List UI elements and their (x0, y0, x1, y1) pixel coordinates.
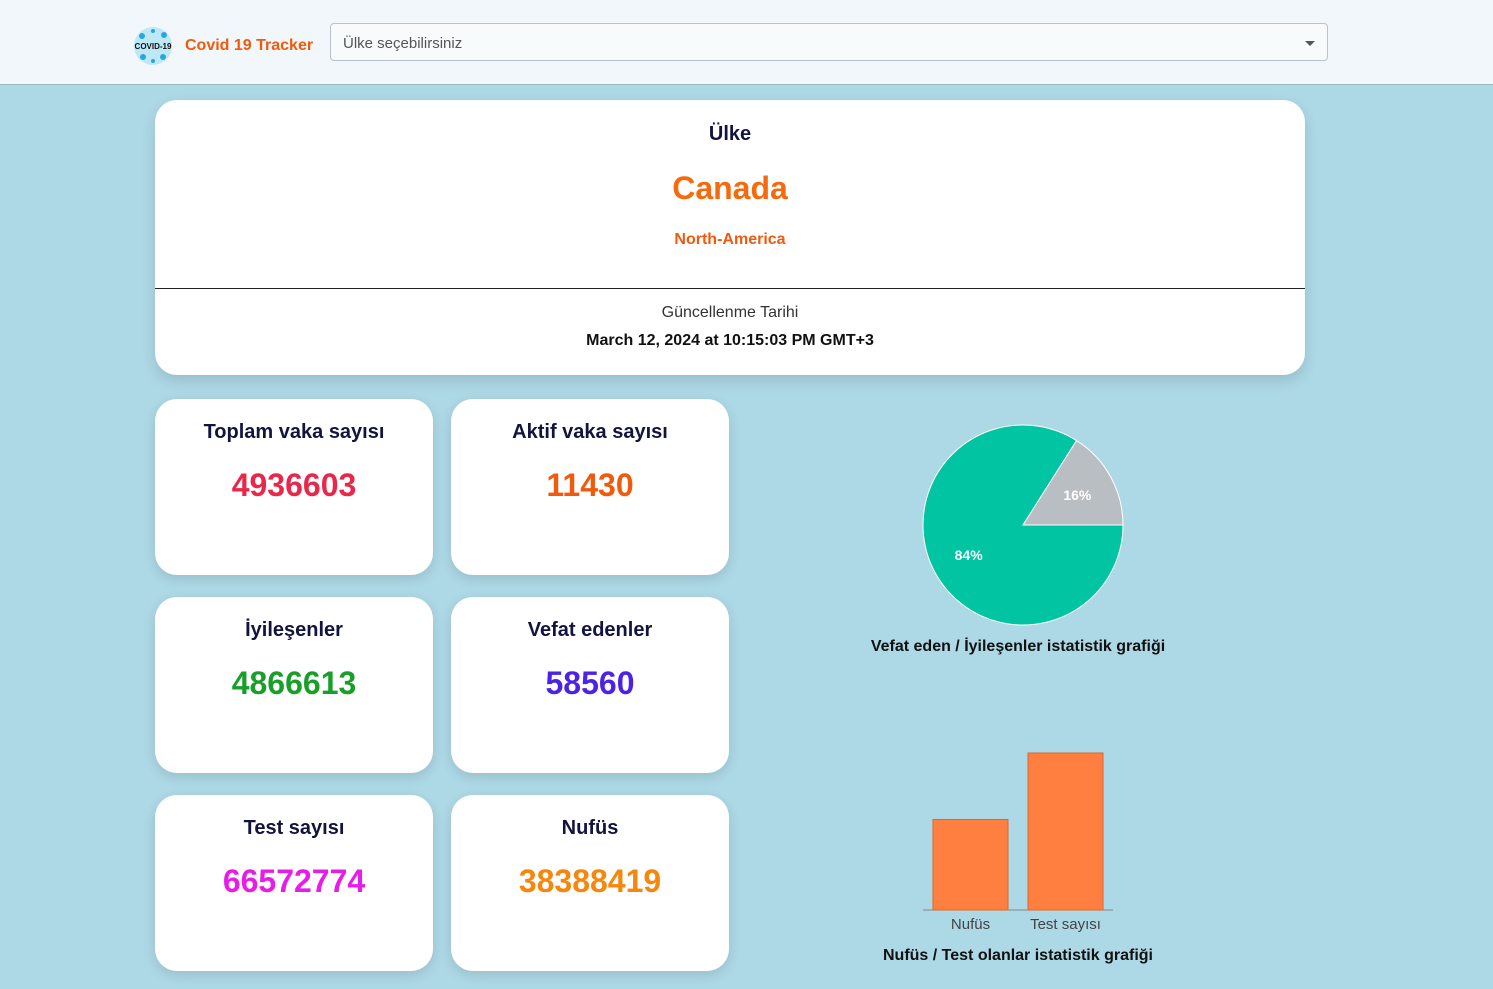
country-name: Canada (672, 170, 788, 206)
pie-slice-label: 84% (955, 547, 984, 563)
stat-card-active-cases: Aktif vaka sayısı 11430 (451, 399, 729, 575)
updated-label: Güncellenme Tarihi (661, 304, 799, 321)
header-bar: COVID-19 Covid 19 Tracker Ülke seçebilir… (0, 0, 1493, 85)
stat-value: 66572774 (222, 863, 366, 899)
stat-title: Test sayısı (243, 817, 345, 839)
divider (155, 288, 1305, 289)
bar-chart: Nufüs Test sayısı (923, 752, 1113, 933)
stat-card-total-cases: Toplam vaka sayısı 4936603 (155, 399, 433, 575)
country-card: Ülke Canada North-America Güncellenme Ta… (155, 100, 1305, 375)
brand-title[interactable]: Covid 19 Tracker (185, 37, 313, 55)
stat-card-tests: Test sayısı 66572774 (155, 795, 433, 971)
stat-title: Toplam vaka sayısı (203, 421, 385, 443)
country-label: Ülke (708, 123, 752, 145)
stat-card-population: Nufüs 38388419 (451, 795, 729, 971)
pie-slice-label: 16% (1063, 487, 1092, 503)
x-tick-label: Nufüs (951, 916, 990, 933)
bar (1027, 752, 1104, 911)
stat-card-recovered: İyileşenler 4866613 (155, 597, 433, 773)
continent-name: North-America (674, 231, 786, 248)
pie-chart: 84% 16% (922, 424, 1124, 626)
stat-title: Nufüs (561, 817, 619, 839)
stat-title: Aktif vaka sayısı (512, 421, 668, 443)
stat-title: Vefat edenler (527, 619, 653, 641)
stat-value: 4866613 (231, 665, 357, 701)
stat-value: 38388419 (518, 863, 662, 899)
country-select[interactable]: Ülke seçebilirsiniz (330, 23, 1328, 61)
chevron-down-icon[interactable] (1305, 41, 1315, 46)
stat-value: 4936603 (231, 467, 357, 503)
covid-logo-icon: COVID-19 (134, 27, 172, 65)
stat-card-deaths: Vefat edenler 58560 (451, 597, 729, 773)
stat-title: İyileşenler (245, 619, 343, 641)
pie-chart-caption: Vefat eden / İyileşenler istatistik graf… (870, 638, 1166, 655)
pie-chart-panel: 84% 16% Vefat eden / İyileşenler istatist… (818, 420, 1218, 665)
bar (932, 818, 1009, 911)
logo-text: COVID-19 (135, 42, 172, 51)
country-select-placeholder: Ülke seçebilirsiniz (343, 35, 463, 52)
stat-value: 11430 (546, 467, 634, 503)
bar-chart-caption: Nufüs / Test olanlar istatistik grafiği (883, 947, 1153, 964)
stat-value: 58560 (545, 665, 635, 701)
bar-chart-panel: Nufüs Test sayısı Nufüs / Test olanlar is… (818, 740, 1218, 975)
updated-date: March 12, 2024 at 10:15:03 PM GMT+3 (586, 332, 874, 349)
x-tick-label: Test sayısı (1030, 916, 1101, 933)
